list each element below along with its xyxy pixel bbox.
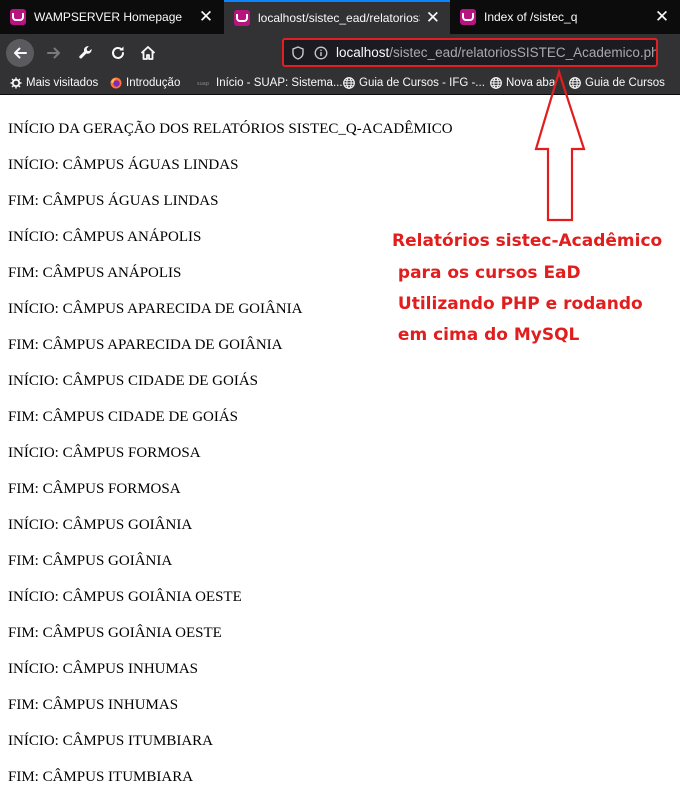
suap-icon: suap bbox=[197, 81, 209, 87]
bookmark-guia-de-cursos[interactable]: Guia de Cursos bbox=[569, 72, 665, 94]
forward-arrow-icon bbox=[47, 47, 60, 59]
bookmark-label: Introdução bbox=[126, 77, 181, 89]
report-line: INÍCIO: CÂMPUS APARECIDA DE GOIÂNIA bbox=[8, 301, 303, 317]
report-line: FIM: CÂMPUS GOIÂNIA bbox=[8, 553, 173, 569]
report-line: FIM: CÂMPUS ITUMBIARA bbox=[8, 769, 194, 785]
home-button[interactable] bbox=[134, 39, 162, 67]
customize-toolbar-button[interactable] bbox=[72, 39, 100, 67]
tab-title: WAMPSERVER Homepage bbox=[34, 10, 183, 24]
site-info-icon[interactable] bbox=[314, 46, 328, 60]
forward-button[interactable] bbox=[40, 39, 68, 67]
globe-icon bbox=[343, 77, 355, 89]
tab-relatorios[interactable]: localhost/sistec_ead/relatoriosSIS ✕ bbox=[224, 0, 450, 34]
report-line: INÍCIO: CÂMPUS INHUMAS bbox=[8, 661, 199, 677]
annotation-overlay bbox=[534, 68, 586, 222]
tab-strip: WAMPSERVER Homepage ✕ localhost/sistec_e… bbox=[0, 0, 680, 34]
reload-icon bbox=[112, 46, 124, 59]
close-icon[interactable]: ✕ bbox=[426, 8, 440, 28]
report-line: FIM: CÂMPUS APARECIDA DE GOIÂNIA bbox=[8, 337, 283, 353]
bookmark-label: Mais visitados bbox=[26, 77, 99, 89]
gear-icon bbox=[10, 77, 22, 89]
bookmark-label: Nova aba bbox=[506, 77, 556, 89]
back-arrow-icon bbox=[14, 47, 27, 59]
report-line: FIM: CÂMPUS ANÁPOLIS bbox=[8, 265, 182, 281]
report-line: INÍCIO: CÂMPUS CIDADE DE GOIÁS bbox=[8, 373, 259, 389]
bookmark-guia-de-cursos-ifg[interactable]: Guia de Cursos - IFG -... bbox=[343, 72, 485, 94]
report-line: INÍCIO: CÂMPUS ITUMBIARA bbox=[8, 733, 214, 749]
url-host: localhost bbox=[336, 45, 390, 60]
bookmark-nova-aba[interactable]: Nova aba bbox=[490, 72, 555, 94]
annotation-text: Utilizando PHP e rodando bbox=[392, 294, 643, 314]
firefox-icon bbox=[110, 77, 122, 89]
url-path: /sistec_ead/relatoriosSISTEC_Academico.p… bbox=[389, 45, 658, 60]
tab-title: localhost/sistec_ead/relatoriosSIS bbox=[258, 11, 420, 25]
report-line: FIM: CÂMPUS CIDADE DE GOIÁS bbox=[8, 409, 239, 425]
bookmarks-toolbar: Mais visitados Introdução suap Início - … bbox=[0, 72, 680, 95]
url-bar[interactable]: localhost/sistec_ead/relatoriosSISTEC_Ac… bbox=[282, 38, 658, 67]
report-line: FIM: CÂMPUS FORMOSA bbox=[8, 481, 181, 497]
report-line: INÍCIO: CÂMPUS FORMOSA bbox=[8, 445, 201, 461]
wampserver-icon bbox=[10, 9, 26, 25]
tab-title: Index of /sistec_q bbox=[484, 10, 578, 24]
bookmark-introducao[interactable]: Introdução bbox=[110, 72, 180, 94]
tracking-shield-icon[interactable] bbox=[291, 45, 305, 60]
wampserver-icon bbox=[234, 10, 250, 26]
report-line: FIM: CÂMPUS INHUMAS bbox=[8, 697, 179, 713]
report-line: INÍCIO: CÂMPUS ÁGUAS LINDAS bbox=[8, 157, 239, 173]
report-line: INÍCIO: CÂMPUS GOIÂNIA OESTE bbox=[8, 589, 242, 605]
annotation-text: em cima do MySQL bbox=[392, 325, 580, 345]
wampserver-icon bbox=[460, 9, 476, 25]
bookmark-label: Guia de Cursos bbox=[585, 77, 665, 89]
bookmark-mais-visitados[interactable]: Mais visitados bbox=[10, 72, 98, 94]
bookmark-label: Início - SUAP: Sistema... bbox=[216, 77, 343, 89]
report-line: INÍCIO: CÂMPUS GOIÂNIA bbox=[8, 517, 193, 533]
svg-text:suap: suap bbox=[197, 81, 209, 87]
back-button[interactable] bbox=[6, 39, 34, 67]
tab-index-sistec-q[interactable]: Index of /sistec_q ✕ bbox=[450, 0, 680, 34]
wrench-icon bbox=[79, 46, 92, 59]
close-icon[interactable]: ✕ bbox=[198, 7, 214, 27]
report-line: FIM: CÂMPUS ÁGUAS LINDAS bbox=[8, 193, 219, 209]
globe-icon bbox=[490, 77, 502, 89]
annotation-text: para os cursos EaD bbox=[392, 263, 581, 283]
close-icon[interactable]: ✕ bbox=[654, 7, 670, 27]
report-line: INÍCIO: CÂMPUS ANÁPOLIS bbox=[8, 229, 202, 245]
globe-icon bbox=[569, 77, 581, 89]
annotation-text: Relatórios sistec-Acadêmico bbox=[392, 231, 663, 251]
tab-wampserver[interactable]: WAMPSERVER Homepage ✕ bbox=[0, 0, 224, 34]
home-icon bbox=[140, 46, 156, 60]
reload-button[interactable] bbox=[104, 39, 132, 67]
bookmark-suap[interactable]: suap Início - SUAP: Sistema... bbox=[194, 72, 343, 94]
report-line: FIM: CÂMPUS GOIÂNIA OESTE bbox=[8, 625, 222, 641]
navigation-toolbar: localhost/sistec_ead/relatoriosSISTEC_Ac… bbox=[0, 34, 680, 72]
report-heading: INÍCIO DA GERAÇÃO DOS RELATÓRIOS SISTEC_… bbox=[8, 121, 453, 137]
bookmark-label: Guia de Cursos - IFG -... bbox=[359, 77, 485, 89]
